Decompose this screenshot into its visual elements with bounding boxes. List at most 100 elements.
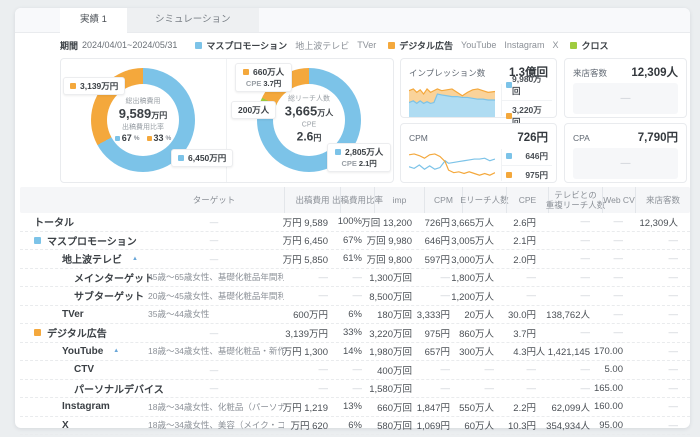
table-row: サブターゲット20歳〜45歳女性、基礎化粧品年間利用…——8,500万回—1,2…	[20, 287, 690, 306]
table-header-cell: Eリーチ人数	[462, 187, 506, 213]
value-cell: 2.1円	[506, 233, 548, 247]
target-cell: —	[144, 328, 284, 338]
value-cell: 1,300万回	[374, 270, 424, 284]
value-cell: —	[602, 272, 635, 283]
target-cell: 35歳〜44歳女性	[144, 308, 284, 320]
table-header: ターゲット出稿費用出稿費用比率impCPMEリーチ人数CPEテレビとの重複リーチ…	[20, 187, 690, 213]
tab-bar: 実績 1 シミュレーション	[15, 8, 690, 33]
value-cell: —	[635, 401, 690, 412]
spend-ratio-values: 67% 33%	[101, 133, 185, 143]
value-cell: 9,800 万回	[374, 252, 424, 266]
value-cell: —	[602, 327, 635, 338]
table-row: TVer35歳〜44歳女性600万円6%180万回3,333円20万人30.0円…	[20, 306, 690, 325]
value-cell: 138,762人	[548, 307, 602, 321]
blue-swatch-icon	[506, 153, 512, 159]
legend-item: YouTube	[461, 40, 496, 50]
dashboard-stage: 実績 1 シミュレーション 期間 2024/04/01~2024/05/31 マ…	[0, 0, 700, 437]
blue-swatch-icon	[178, 155, 184, 161]
value-cell: 5.00	[602, 364, 635, 375]
table-row: Instagram18歳〜34歳女性、化粧品（パーソナル…1,219 万円13%…	[20, 398, 690, 417]
table-header-cell: 出稿費用比率	[340, 187, 374, 213]
target-cell: —	[144, 217, 284, 227]
spend-chip-mass: 6,450万円	[171, 149, 233, 167]
orange-swatch-icon	[243, 69, 249, 75]
table-row: パーソナルデバイス———1,580万回————165.00—	[20, 380, 690, 399]
spend-donut-panel: 総出稿費用 9,589万円 出稿費用比率 67% 33% 3,139万円	[61, 59, 227, 182]
collapse-icon[interactable]: ▲	[113, 348, 119, 354]
value-cell: —	[635, 327, 690, 338]
value-cell: 3,665万人	[462, 215, 506, 229]
visitors-empty: —	[573, 83, 678, 114]
value-cell: 400万回	[374, 363, 424, 377]
value-cell: —	[635, 420, 690, 431]
impressions-legend: 9,980万回 3,220万回	[501, 84, 552, 116]
value-cell: —	[506, 290, 548, 301]
row-label: 地上波テレビ▲	[20, 251, 144, 266]
row-swatch-icon	[34, 329, 41, 336]
table-row: YouTube▲18歳〜34歳女性、基礎化粧品・新作コ…1,300 万円14%1…	[20, 343, 690, 362]
table-row: CTV———400万回————5.00—	[20, 361, 690, 380]
orange-swatch-icon	[70, 83, 76, 89]
value-cell: 657円	[424, 344, 462, 358]
table-row: トータル—9,589 万円100%13,200 万回726円3,665万人2.6…	[20, 213, 690, 232]
value-cell: —	[284, 364, 340, 375]
value-cell: —	[506, 364, 548, 375]
value-cell: 3,000万人	[462, 252, 506, 266]
value-cell: 60万人	[462, 418, 506, 432]
value-cell: —	[635, 253, 690, 264]
value-cell: 6%	[340, 420, 374, 431]
value-cell: —	[635, 235, 690, 246]
row-label: Instagram	[20, 401, 144, 412]
value-cell: —	[462, 364, 506, 375]
cpm-value: 726円	[517, 129, 548, 145]
value-cell: 5,850 万円	[284, 252, 340, 266]
spend-center-value: 9,589万円	[101, 106, 185, 123]
row-label: CTV	[20, 364, 144, 375]
legend-item: TVer	[357, 40, 376, 50]
value-cell: 550万人	[462, 400, 506, 414]
target-cell: 20歳〜45歳女性、基礎化粧品年間利用…	[144, 290, 284, 302]
value-cell: —	[602, 309, 635, 320]
value-cell: —	[635, 346, 690, 357]
tab-results-1[interactable]: 実績 1	[60, 8, 127, 33]
blue-swatch-icon	[115, 136, 120, 141]
value-cell: 13%	[340, 401, 374, 412]
value-cell: 3.7円	[506, 326, 548, 340]
cpm-panel: CPM 726円 646円 975円	[400, 123, 557, 183]
cpa-value: 7,790円	[638, 129, 678, 145]
period-value: 2024/04/01~2024/05/31	[82, 40, 177, 50]
value-cell: —	[284, 383, 340, 394]
collapse-icon[interactable]: ▲	[132, 256, 138, 262]
value-cell: 2.6円	[506, 215, 548, 229]
table-header-cell: ターゲット	[144, 187, 284, 213]
impressions-area-chart	[409, 83, 495, 117]
reach-center-label: 総リーチ人数	[267, 95, 351, 104]
table-header-cell: CPE	[506, 187, 548, 213]
value-cell: 2.0円	[506, 252, 548, 266]
value-cell: 3,333円	[424, 307, 462, 321]
target-cell: 18歳〜34歳女性、美容（メイク・コス…	[144, 419, 284, 431]
period-row: 期間 2024/04/01~2024/05/31 マスプロモーション地上波テレビ…	[15, 33, 690, 57]
table-header-cell	[20, 187, 144, 213]
tab-simulation[interactable]: シミュレーション	[127, 8, 259, 32]
legend-item: 地上波テレビ	[295, 39, 349, 52]
legend-item: マスプロモーション	[195, 39, 287, 52]
value-cell: 600万円	[284, 307, 340, 321]
value-cell: —	[635, 309, 690, 320]
value-cell: —	[548, 235, 602, 246]
donut-box: 総出稿費用 9,589万円 出稿費用比率 67% 33% 3,139万円	[60, 58, 394, 183]
value-cell: —	[506, 272, 548, 283]
value-cell: 1,800万人	[462, 270, 506, 284]
value-cell: —	[548, 364, 602, 375]
value-cell: —	[635, 364, 690, 375]
legend-swatch-icon	[570, 42, 577, 49]
legend-swatch-icon	[388, 42, 395, 49]
row-label: YouTube▲	[20, 346, 144, 357]
table-header-cell: 来店客数	[635, 187, 690, 213]
table-row: 地上波テレビ▲—5,850 万円61%9,800 万回597円3,000万人2.…	[20, 250, 690, 269]
value-cell: 12,309人	[635, 215, 690, 229]
visitors-title: 来店客数	[573, 67, 607, 79]
value-cell: 1,219 万円	[284, 400, 340, 414]
visitors-value: 12,309人	[631, 64, 678, 80]
table-row: デジタル広告—3,139万円33%3,220万回975円860万人3.7円———	[20, 324, 690, 343]
